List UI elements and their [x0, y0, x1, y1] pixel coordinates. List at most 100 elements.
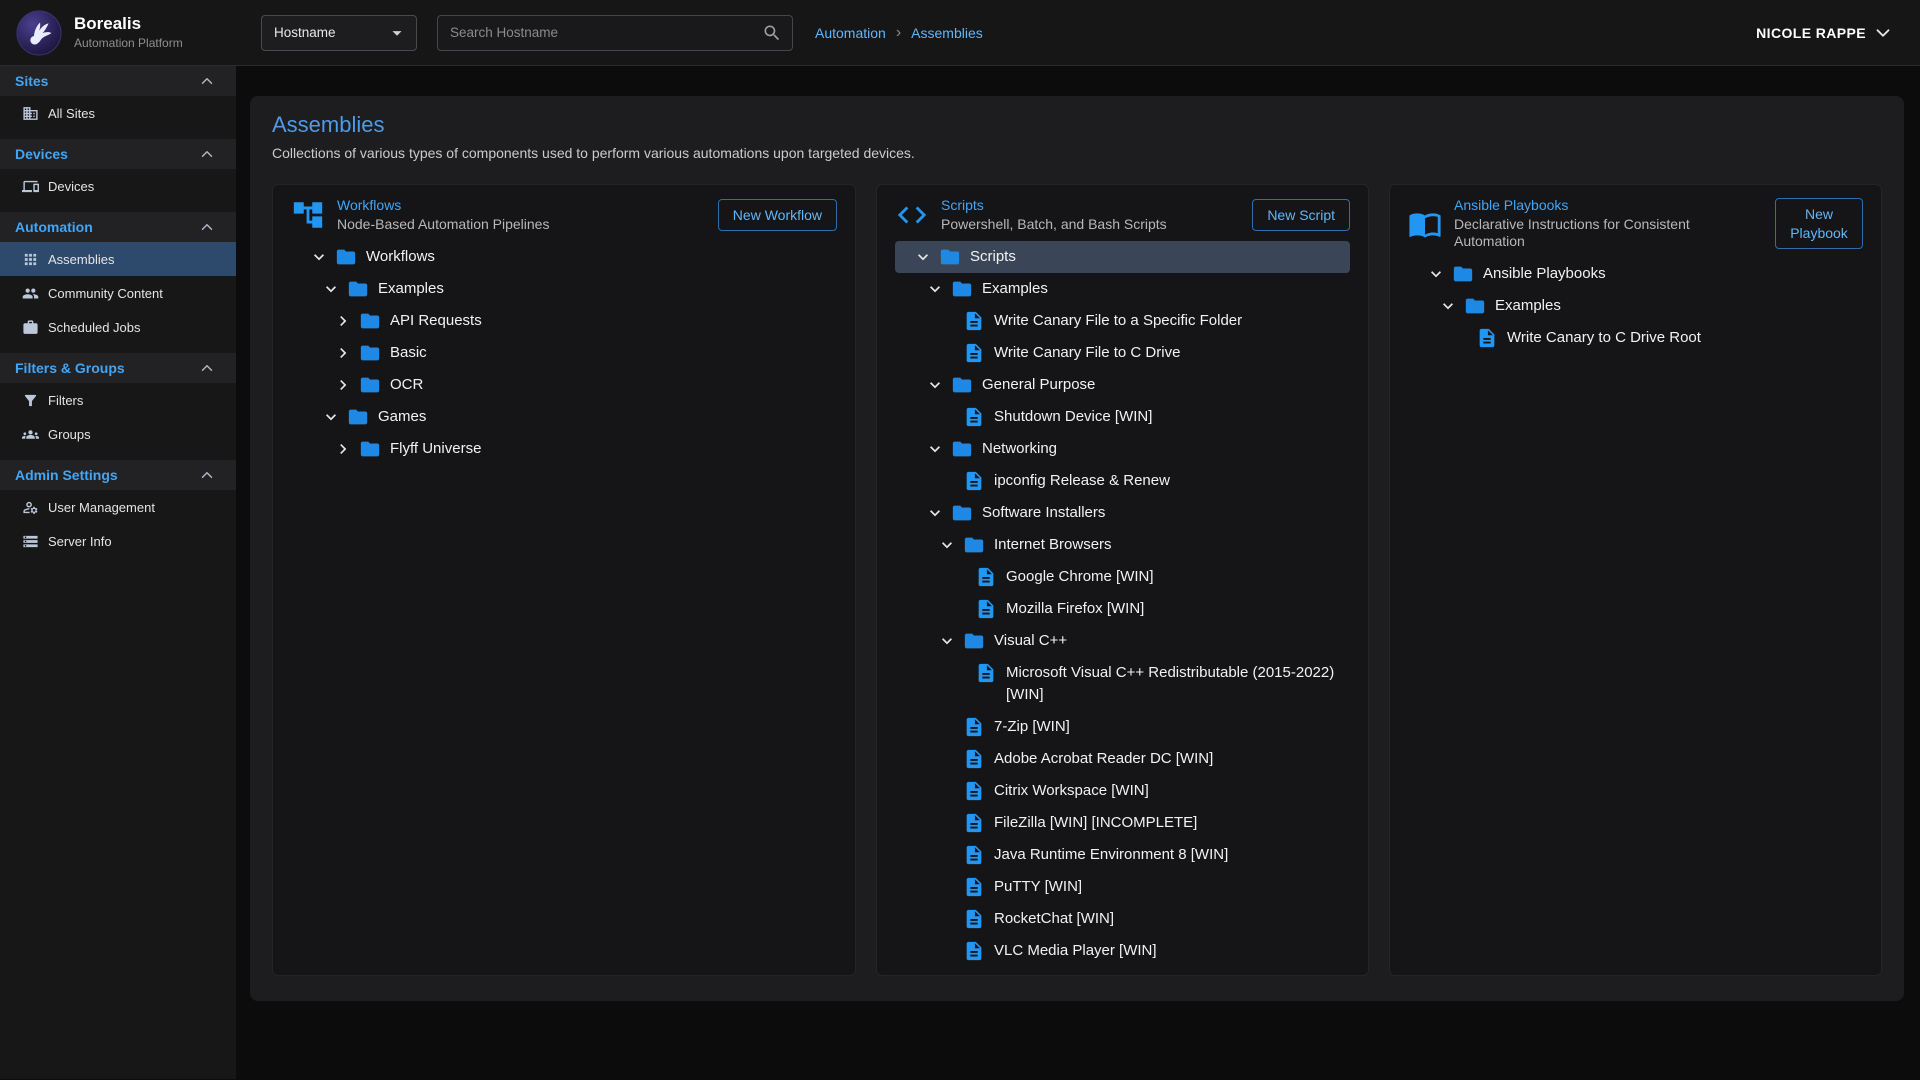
tree-item-label: API Requests — [390, 310, 482, 332]
tree-expander[interactable] — [329, 310, 357, 332]
sidebar-item-all-sites[interactable]: All Sites — [0, 96, 236, 130]
tree-file-row[interactable]: ipconfig Release & Renew — [895, 465, 1350, 497]
sidebar-section-sites[interactable]: Sites — [0, 66, 236, 96]
card-header: Workflows Node-Based Automation Pipeline… — [291, 197, 837, 233]
tree-file-row[interactable]: 7-Zip [WIN] — [895, 711, 1350, 743]
sidebar-item-label: Server Info — [48, 534, 112, 549]
card-icon — [895, 198, 929, 232]
tree-folder-row[interactable]: Scripts — [895, 241, 1350, 273]
hostname-select[interactable]: Hostname — [261, 15, 417, 51]
tree-file-row[interactable]: Citrix Workspace [WIN] — [895, 775, 1350, 807]
tree-expander[interactable] — [1434, 295, 1462, 317]
tree-file-row[interactable]: Java Runtime Environment 8 [WIN] — [895, 839, 1350, 871]
card-titles: Scripts Powershell, Batch, and Bash Scri… — [941, 197, 1167, 233]
scheduled-jobs-icon — [22, 319, 39, 336]
tree-file-row[interactable]: FileZilla [WIN] [INCOMPLETE] — [895, 807, 1350, 839]
tree-expander[interactable] — [921, 502, 949, 524]
app-body: Sites All Sites Devices Devices Automati… — [0, 66, 1920, 1079]
sidebar-item-assemblies[interactable]: Assemblies — [0, 242, 236, 276]
tree-folder-row[interactable]: Visual C++ — [895, 625, 1350, 657]
tree-item-label: Shutdown Device [WIN] — [994, 406, 1152, 428]
tree-file-row[interactable]: Write Canary File to a Specific Folder — [895, 305, 1350, 337]
tree-file-row[interactable]: VLC Media Player [WIN] — [895, 935, 1350, 967]
sidebar-item-devices[interactable]: Devices — [0, 169, 236, 203]
tree-expander[interactable] — [317, 406, 345, 428]
tree-item-icon — [963, 470, 985, 492]
new-playbook-button[interactable]: New Playbook — [1775, 198, 1863, 250]
folder-icon — [359, 438, 381, 460]
chevron-down-icon — [913, 247, 933, 267]
tree-folder-row[interactable]: Ansible Playbooks — [1408, 258, 1863, 290]
breadcrumb-link-assemblies[interactable]: Assemblies — [911, 25, 983, 41]
sidebar-section-admin-settings[interactable]: Admin Settings — [0, 460, 236, 490]
sidebar-item-label: Assemblies — [48, 252, 114, 267]
new-workflow-button[interactable]: New Workflow — [718, 199, 837, 231]
tree-expander[interactable] — [305, 246, 333, 268]
tree-item-label: Google Chrome [WIN] — [1006, 566, 1154, 588]
tree-expander[interactable] — [329, 374, 357, 396]
tree-expander[interactable] — [921, 278, 949, 300]
tree-file-row[interactable]: Write Canary File to C Drive — [895, 337, 1350, 369]
tree-expander[interactable] — [921, 374, 949, 396]
tree-expander — [933, 780, 961, 802]
tree-item-label: Adobe Acrobat Reader DC [WIN] — [994, 748, 1213, 770]
tree-folder-row[interactable]: Games — [291, 401, 837, 433]
user-menu[interactable]: NICOLE RAPPE — [1756, 22, 1894, 44]
tree-file-row[interactable]: Shutdown Device [WIN] — [895, 401, 1350, 433]
tree-folder-row[interactable]: Workflows — [291, 241, 837, 273]
tree-expander — [933, 876, 961, 898]
tree-item-icon — [963, 812, 985, 834]
tree-folder-row[interactable]: API Requests — [291, 305, 837, 337]
tree-file-row[interactable]: PuTTY [WIN] — [895, 871, 1350, 903]
file-icon — [975, 566, 997, 588]
tree-folder-row[interactable]: Networking — [895, 433, 1350, 465]
tree-expander[interactable] — [933, 630, 961, 652]
tree-folder-row[interactable]: Flyff Universe — [291, 433, 837, 465]
sidebar-item-filters[interactable]: Filters — [0, 383, 236, 417]
tree-file-row[interactable]: Mozilla Firefox [WIN] — [895, 593, 1350, 625]
tree-expander[interactable] — [921, 438, 949, 460]
brand[interactable]: Borealis Automation Platform — [0, 10, 194, 56]
tree-item-icon — [975, 598, 997, 620]
tree-folder-row[interactable]: General Purpose — [895, 369, 1350, 401]
breadcrumb-link-automation[interactable]: Automation — [815, 25, 886, 41]
tree-file-row[interactable]: Microsoft Visual C++ Redistributable (20… — [895, 657, 1350, 711]
search-input[interactable] — [450, 25, 762, 40]
tree-item-label: Examples — [1495, 295, 1561, 317]
tree-folder-row[interactable]: Software Installers — [895, 497, 1350, 529]
tree-folder-row[interactable]: Internet Browsers — [895, 529, 1350, 561]
tree-expander[interactable] — [1422, 263, 1450, 285]
file-icon — [963, 470, 985, 492]
tree-folder-row[interactable]: Examples — [895, 273, 1350, 305]
tree-expander[interactable] — [329, 342, 357, 364]
file-icon — [963, 748, 985, 770]
tree-file-row[interactable]: Write Canary to C Drive Root — [1408, 322, 1863, 354]
tree-item-label: Java Runtime Environment 8 [WIN] — [994, 844, 1228, 866]
sidebar-item-server-info[interactable]: Server Info — [0, 524, 236, 558]
file-icon — [975, 598, 997, 620]
tree-expander[interactable] — [933, 534, 961, 556]
tree-folder-row[interactable]: Examples — [291, 273, 837, 305]
search-icon[interactable] — [762, 23, 782, 43]
tree-folder-row[interactable]: OCR — [291, 369, 837, 401]
tree-expander — [933, 470, 961, 492]
tree-item-icon — [1476, 327, 1498, 349]
tree-file-row[interactable]: Adobe Acrobat Reader DC [WIN] — [895, 743, 1350, 775]
tree-expander[interactable] — [329, 438, 357, 460]
tree-expander[interactable] — [317, 278, 345, 300]
tree-expander[interactable] — [909, 246, 937, 268]
sidebar-item-community-content[interactable]: Community Content — [0, 276, 236, 310]
tree-file-row[interactable]: RocketChat [WIN] — [895, 903, 1350, 935]
chevron-right-icon — [333, 343, 353, 363]
tree-file-row[interactable]: Google Chrome [WIN] — [895, 561, 1350, 593]
sidebar-item-user-management[interactable]: User Management — [0, 490, 236, 524]
tree-folder-row[interactable]: Examples — [1408, 290, 1863, 322]
tree-folder-row[interactable]: Basic — [291, 337, 837, 369]
sidebar-section-devices[interactable]: Devices — [0, 139, 236, 169]
sidebar-section-automation[interactable]: Automation — [0, 212, 236, 242]
sidebar-section-filters-groups[interactable]: Filters & Groups — [0, 353, 236, 383]
tree-expander — [933, 342, 961, 364]
new-script-button[interactable]: New Script — [1252, 199, 1350, 231]
sidebar-item-groups[interactable]: Groups — [0, 417, 236, 451]
sidebar-item-scheduled-jobs[interactable]: Scheduled Jobs — [0, 310, 236, 344]
